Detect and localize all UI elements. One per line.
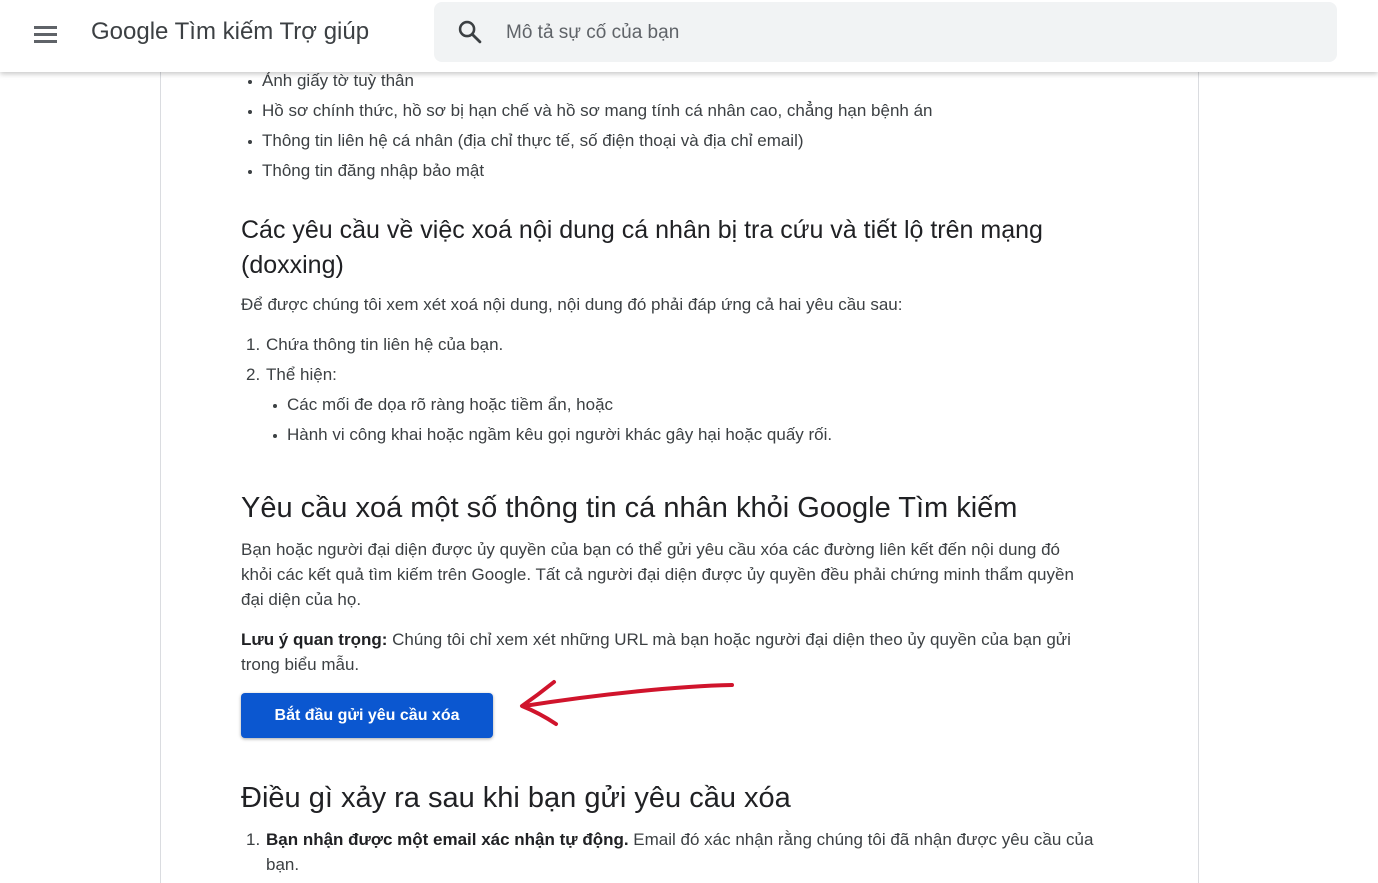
list-item: Bạn nhận được một email xác nhận tự động…: [266, 827, 1093, 852]
list-item-bold: Bạn nhận được một email xác nhận tự động…: [266, 830, 629, 849]
bullet-dot: [248, 80, 252, 84]
request-paragraph-line: Bạn hoặc người đại diện được ủy quyền củ…: [241, 540, 1061, 559]
search-box[interactable]: [434, 2, 1337, 62]
request-removal-heading: Yêu cầu xoá một số thông tin cá nhân khỏ…: [241, 492, 1018, 524]
request-paragraph-line: đại diện của họ.: [241, 590, 362, 609]
list-item-line2: bạn.: [266, 855, 300, 874]
list-item: Thể hiện:: [266, 365, 337, 384]
bullet-dot: [273, 434, 277, 438]
list-number: 1.: [246, 830, 261, 849]
bullet-dot: [248, 140, 252, 144]
doxxing-heading-line2: (doxxing): [241, 251, 344, 279]
bullet-dot: [273, 404, 277, 408]
request-paragraph-line: khỏi các kết quả tìm kiếm trên Google. T…: [241, 565, 1074, 584]
bullet-dot: [248, 110, 252, 114]
doxxing-intro: Để được chúng tôi xem xét xoá nội dung, …: [241, 295, 903, 314]
doxxing-heading: Các yêu cầu về việc xoá nội dung cá nhân…: [241, 216, 1043, 244]
main-menu-button[interactable]: [22, 12, 68, 58]
important-note: Lưu ý quan trọng: Chúng tôi chỉ xem xét …: [241, 627, 1071, 652]
list-item: Chứa thông tin liên hệ của bạn.: [266, 335, 504, 354]
search-icon[interactable]: [456, 18, 484, 46]
hamburger-menu-icon-bar: [34, 33, 57, 36]
list-number: 1.: [246, 335, 261, 354]
annotation-arrow-icon: [520, 680, 734, 726]
bullet-dot: [248, 170, 252, 174]
list-number: 2.: [246, 365, 261, 384]
important-note-line2: trong biểu mẫu.: [241, 655, 360, 674]
app-title[interactable]: Google Tìm kiếm Trợ giúp: [91, 15, 369, 49]
list-item-text: Email đó xác nhận rằng chúng tôi đã nhận…: [628, 830, 1094, 849]
search-input[interactable]: [504, 16, 1308, 50]
sub-list-item: Các mối đe dọa rõ ràng hoặc tiềm ẩn, hoặ…: [287, 395, 614, 414]
app-header: Google Tìm kiếm Trợ giúp: [0, 0, 1378, 72]
list-item: Hồ sơ chính thức, hồ sơ bị hạn chế và hồ…: [262, 101, 933, 120]
hamburger-menu-icon-bar: [34, 40, 57, 43]
start-removal-request-button[interactable]: Bắt đầu gửi yêu cầu xóa: [241, 693, 493, 738]
important-note-label: Lưu ý quan trọng:: [241, 630, 388, 649]
hamburger-menu-icon: [34, 26, 57, 29]
important-note-text: Chúng tôi chỉ xem xét những URL mà bạn h…: [387, 630, 1071, 649]
after-request-heading: Điều gì xảy ra sau khi bạn gửi yêu cầu x…: [241, 782, 791, 814]
list-item: Thông tin đăng nhập bảo mật: [262, 161, 485, 180]
list-item: Thông tin liên hệ cá nhân (địa chỉ thực …: [262, 131, 804, 150]
sub-list-item: Hành vi công khai hoặc ngầm kêu gọi ngườ…: [287, 425, 833, 444]
